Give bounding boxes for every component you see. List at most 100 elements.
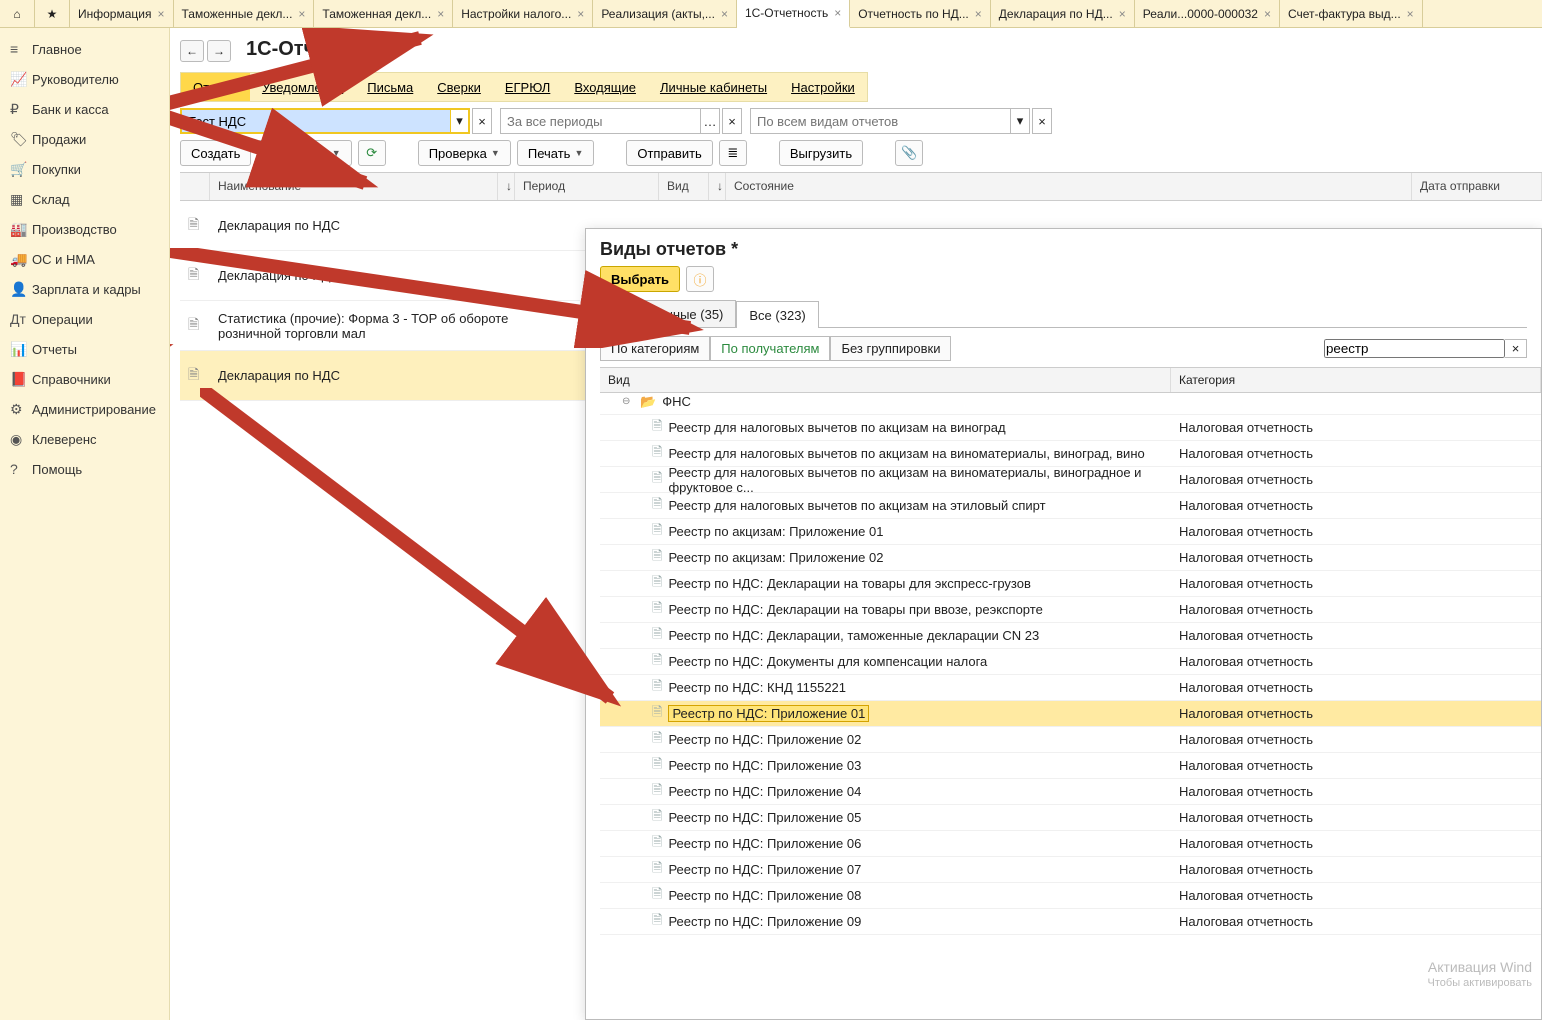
window-tab[interactable]: Таможенная декл...× (314, 0, 453, 27)
period-filter-input[interactable] (500, 108, 700, 134)
tree-row[interactable]: 🗎Реестр по НДС: Приложение 06Налоговая о… (600, 831, 1541, 857)
load-button[interactable]: Загрузить▼ (257, 140, 351, 166)
subnav-item[interactable]: Личные кабинеты (648, 73, 779, 101)
tree-row[interactable]: 🗎Реестр по НДС: Декларации на товары для… (600, 571, 1541, 597)
subtab-by-category[interactable]: По категориям (600, 336, 710, 361)
period-filter-clear[interactable]: × (722, 108, 742, 134)
window-tab[interactable]: Настройки налого...× (453, 0, 593, 27)
send-menu-button[interactable]: ≣ (719, 140, 747, 166)
sidebar-item[interactable]: ₽Банк и касса (0, 94, 169, 124)
subnav-item[interactable]: Уведомления (250, 73, 355, 101)
type-filter-input[interactable] (750, 108, 1010, 134)
col-state[interactable]: Состояние (726, 173, 1412, 200)
type-filter-clear[interactable]: × (1032, 108, 1052, 134)
sidebar-item[interactable]: 🛒Покупки (0, 154, 169, 184)
close-icon[interactable]: × (577, 7, 584, 21)
window-tab[interactable]: Счет-фактура выд...× (1280, 0, 1423, 27)
tree-row[interactable]: 🗎Реестр по НДС: Приложение 08Налоговая о… (600, 883, 1541, 909)
tree-row[interactable]: 🗎Реестр по НДС: Приложение 03Налоговая о… (600, 753, 1541, 779)
tree-folder[interactable]: ⊖📂ФНС (600, 389, 1541, 415)
tree-row[interactable]: 🗎Реестр по НДС: Приложение 09Налоговая о… (600, 909, 1541, 935)
window-tab[interactable]: Реали...0000-000032× (1135, 0, 1280, 27)
sidebar-item[interactable]: ?Помощь (0, 454, 169, 484)
subnav-item[interactable]: Сверки (425, 73, 493, 101)
tree-row[interactable]: 🗎Реестр по НДС: Приложение 04Налоговая о… (600, 779, 1541, 805)
org-filter-clear[interactable]: × (472, 108, 492, 134)
export-button[interactable]: Выгрузить (779, 140, 863, 166)
subtab-no-group[interactable]: Без группировки (830, 336, 951, 361)
subnav-item[interactable]: Письма (355, 73, 425, 101)
close-icon[interactable]: × (975, 7, 982, 21)
refresh-button[interactable]: ⟳ (358, 140, 386, 166)
close-icon[interactable]: × (437, 7, 444, 21)
sidebar-item[interactable]: ДтОперации (0, 304, 169, 334)
tree-row[interactable]: 🗎Реестр по НДС: Документы для компенсаци… (600, 649, 1541, 675)
nav-fwd-button[interactable]: → (207, 40, 231, 62)
close-icon[interactable]: × (834, 6, 841, 20)
window-tab[interactable]: ★ (35, 0, 70, 27)
sidebar-item[interactable]: 📕Справочники (0, 364, 169, 394)
sidebar-item[interactable]: 🏭Производство (0, 214, 169, 244)
sidebar-item[interactable]: ≡Главное (0, 34, 169, 64)
subnav-item[interactable]: Настройки (779, 73, 867, 101)
create-button[interactable]: Создать (180, 140, 251, 166)
collapse-icon[interactable]: ⊖ (622, 396, 634, 407)
sidebar-item[interactable]: ⚙Администрирование (0, 394, 169, 424)
close-icon[interactable]: × (721, 7, 728, 21)
panel-search-input[interactable] (1324, 339, 1505, 358)
sidebar-item[interactable]: 📊Отчеты (0, 334, 169, 364)
panel-search-clear[interactable]: × (1505, 339, 1527, 358)
type-filter-dropdown[interactable]: ▾ (1010, 108, 1030, 134)
tree-row[interactable]: 🗎Реестр по акцизам: Приложение 01Налогов… (600, 519, 1541, 545)
subtab-by-recipient[interactable]: По получателям (710, 336, 830, 361)
tree-row[interactable]: 🗎Реестр по НДС: Приложение 05Налоговая о… (600, 805, 1541, 831)
period-filter-more[interactable]: … (700, 108, 720, 134)
window-tab[interactable]: Таможенные декл...× (174, 0, 315, 27)
window-tab[interactable]: 1С-Отчетность× (737, 0, 850, 28)
sort-icon[interactable]: ↓ (498, 173, 515, 200)
sort-icon[interactable]: ↓ (709, 173, 726, 200)
select-button[interactable]: Выбрать (600, 266, 680, 292)
close-icon[interactable]: × (157, 7, 164, 21)
col-kind[interactable]: Вид (659, 173, 709, 200)
print-button[interactable]: Печать▼ (517, 140, 595, 166)
close-icon[interactable]: × (1407, 7, 1414, 21)
org-filter-dropdown[interactable]: ▾ (450, 108, 470, 134)
subnav-item[interactable]: Отчеты (181, 73, 250, 101)
sidebar-item[interactable]: 📈Руководителю (0, 64, 169, 94)
tree-row[interactable]: 🗎Реестр по акцизам: Приложение 02Налогов… (600, 545, 1541, 571)
tab-all[interactable]: Все (323) (736, 301, 818, 328)
tree-row[interactable]: 🗎Реестр для налоговых вычетов по акцизам… (600, 441, 1541, 467)
tree-row[interactable]: 🗎Реестр по НДС: Приложение 01Налоговая о… (600, 701, 1541, 727)
sidebar-item[interactable]: 👤Зарплата и кадры (0, 274, 169, 304)
info-button[interactable]: ⓘ (686, 266, 714, 292)
window-tab[interactable]: Реализация (акты,...× (593, 0, 737, 27)
col-name[interactable]: Наименование (210, 173, 498, 200)
nav-back-button[interactable]: ← (180, 40, 204, 62)
attach-button[interactable]: 📎 (895, 140, 923, 166)
tree-row[interactable]: 🗎Реестр по НДС: Декларации на товары при… (600, 597, 1541, 623)
check-button[interactable]: Проверка▼ (418, 140, 511, 166)
tree-row[interactable]: 🗎Реестр по НДС: Декларации, таможенные д… (600, 623, 1541, 649)
tree-row[interactable]: 🗎Реестр для налоговых вычетов по акцизам… (600, 493, 1541, 519)
col-sent[interactable]: Дата отправки (1412, 173, 1542, 200)
tree-row[interactable]: 🗎Реестр по НДС: Приложение 07Налоговая о… (600, 857, 1541, 883)
window-tab[interactable]: Отчетность по НД...× (850, 0, 991, 27)
tree-row[interactable]: 🗎Реестр по НДС: КНД 1155221Налоговая отч… (600, 675, 1541, 701)
window-tab[interactable]: Информация× (70, 0, 174, 27)
close-icon[interactable]: × (298, 7, 305, 21)
col-period[interactable]: Период (515, 173, 659, 200)
tree-row[interactable]: 🗎Реестр для налоговых вычетов по акцизам… (600, 467, 1541, 493)
close-icon[interactable]: × (1264, 7, 1271, 21)
subnav-item[interactable]: ЕГРЮЛ (493, 73, 562, 101)
tree-row[interactable]: 🗎Реестр для налоговых вычетов по акцизам… (600, 415, 1541, 441)
sidebar-item[interactable]: ▦Склад (0, 184, 169, 214)
sidebar-item[interactable]: 🚚ОС и НМА (0, 244, 169, 274)
subnav-item[interactable]: Входящие (562, 73, 648, 101)
org-filter-input[interactable] (180, 108, 450, 134)
sidebar-item[interactable]: 🏷Продажи (0, 124, 169, 154)
sidebar-item[interactable]: ◉Клеверенс (0, 424, 169, 454)
window-tab[interactable]: ⌂ (0, 0, 35, 27)
close-icon[interactable]: × (1119, 7, 1126, 21)
tree-row[interactable]: 🗎Реестр по НДС: Приложение 02Налоговая о… (600, 727, 1541, 753)
